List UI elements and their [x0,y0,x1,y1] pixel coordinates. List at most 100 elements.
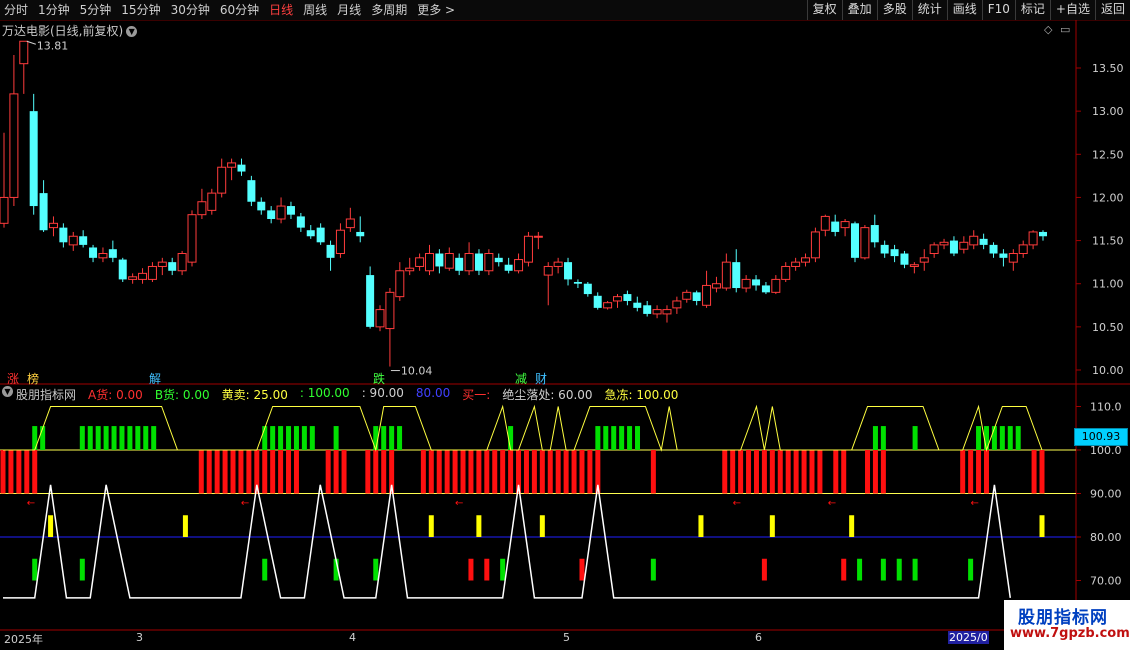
price-tick-label: 11.50 [1092,235,1124,248]
event-marker[interactable]: 财 [535,370,547,387]
candle-body [850,223,859,258]
green-signal-bar [397,426,403,450]
candle-body [919,257,929,263]
candle-body [138,272,148,280]
red-signal-bar [468,450,474,494]
red-signal-bar [460,450,466,494]
event-marker[interactable]: 减 [515,370,527,387]
red-signal-bar [222,450,228,494]
candle-body [514,259,524,272]
candle-body [157,261,167,267]
yellow-signal-bar [1039,515,1045,537]
candle-body [356,231,365,237]
event-marker[interactable]: 榜 [27,370,39,387]
indicator-header: ▼ 股朋指标网 A货: 0.00 B货: 0.00 黄卖: 25.00: 100.0… [2,386,684,403]
candle-body [721,261,731,289]
candle-body [643,305,652,314]
red-signal-bar [722,450,728,494]
price-tick-label: 10.00 [1092,364,1124,377]
event-marker[interactable]: 涨 [7,370,19,387]
red-signal-bar [555,450,561,494]
green-signal-bar [999,426,1005,450]
candle-body [890,249,899,257]
candle-body [564,262,573,280]
candle-body [909,264,919,267]
date-label: 6 [755,631,762,644]
chart-canvas[interactable]: 13.50 13.00 12.50 12.00 11.50 11.00 10.50 10.00… [0,0,1130,650]
candle-body [68,235,78,246]
green-signal-bar [880,426,886,450]
candle-body [415,257,425,267]
green-signal-bar [976,426,982,450]
indicator-tick-label: 90.00 [1090,488,1122,501]
candle-body [59,227,68,243]
indicator-value: : 90.00 [361,386,404,400]
indicator-value: 绝尘落处: 60.00 [502,388,593,402]
red-signal-bar [238,450,244,494]
low-price-label: 10.04 [401,365,433,378]
indicator-name[interactable]: 股朋指标网 [16,386,76,403]
candle-body [296,216,305,228]
red-signal-bar [738,450,744,494]
green-signal-bar [111,426,117,450]
red-signal-bar [278,450,284,494]
red-signal-bar [777,450,783,494]
red-signal-bar [587,450,593,494]
red-signal-bar [983,450,989,494]
candle-body [613,296,623,302]
event-marker[interactable]: 解 [149,370,161,387]
yellow-signal-bar [48,515,54,537]
event-marker[interactable]: 跌 [373,370,385,387]
red-signal-bar [960,450,966,494]
green-mid-bar [373,558,379,581]
red-signal-bar [865,450,871,494]
indicator-value: 80.00 [415,386,451,400]
red-mid-bar [468,558,474,581]
green-mid-bar [262,558,268,581]
candle-body [831,221,840,232]
candle-body [533,235,543,238]
candle-body [326,244,335,258]
red-signal-bar [841,450,847,494]
red-signal-bar [571,450,577,494]
yellow-indicator-line [3,404,1043,452]
green-signal-bar [278,426,284,450]
red-signal-bar [198,450,204,494]
candle-body [395,270,405,298]
chevron-down-icon[interactable]: ▼ [2,386,13,397]
green-signal-bar [635,426,641,450]
watermark-url: www.7gpzb.com [1010,626,1130,641]
green-signal-bar [151,426,157,450]
candle-body [306,230,315,237]
green-signal-bar [270,426,276,450]
candle-body [187,214,197,263]
green-signal-bar [912,426,918,450]
candle-body [761,285,770,293]
candle-body [840,221,850,229]
green-signal-bar [595,426,601,450]
red-signal-bar [753,450,759,494]
candle-body [752,279,761,286]
candle-body [732,262,741,289]
price-tick-label: 13.50 [1092,62,1124,75]
candle-body [474,253,483,271]
red-signal-bar [24,450,30,494]
yellow-signal-bar [769,515,775,537]
red-signal-bar [365,450,371,494]
date-label: 5 [563,631,570,644]
current-value-tag: 100.93 [1074,428,1128,446]
candle-body [623,294,632,301]
candle-body [79,236,88,245]
red-signal-bar [492,450,498,494]
candle-body [672,300,682,309]
price-tick-label: 12.00 [1092,191,1124,204]
candle-body [118,259,127,280]
candle-body [1028,231,1038,246]
candle-body [711,283,721,289]
candle-body [523,235,533,263]
red-signal-bar [785,450,791,494]
arrow-marker-icon: ← [241,498,249,509]
green-signal-bar [95,426,101,450]
candle-body [929,244,939,255]
candle-body [771,278,781,293]
